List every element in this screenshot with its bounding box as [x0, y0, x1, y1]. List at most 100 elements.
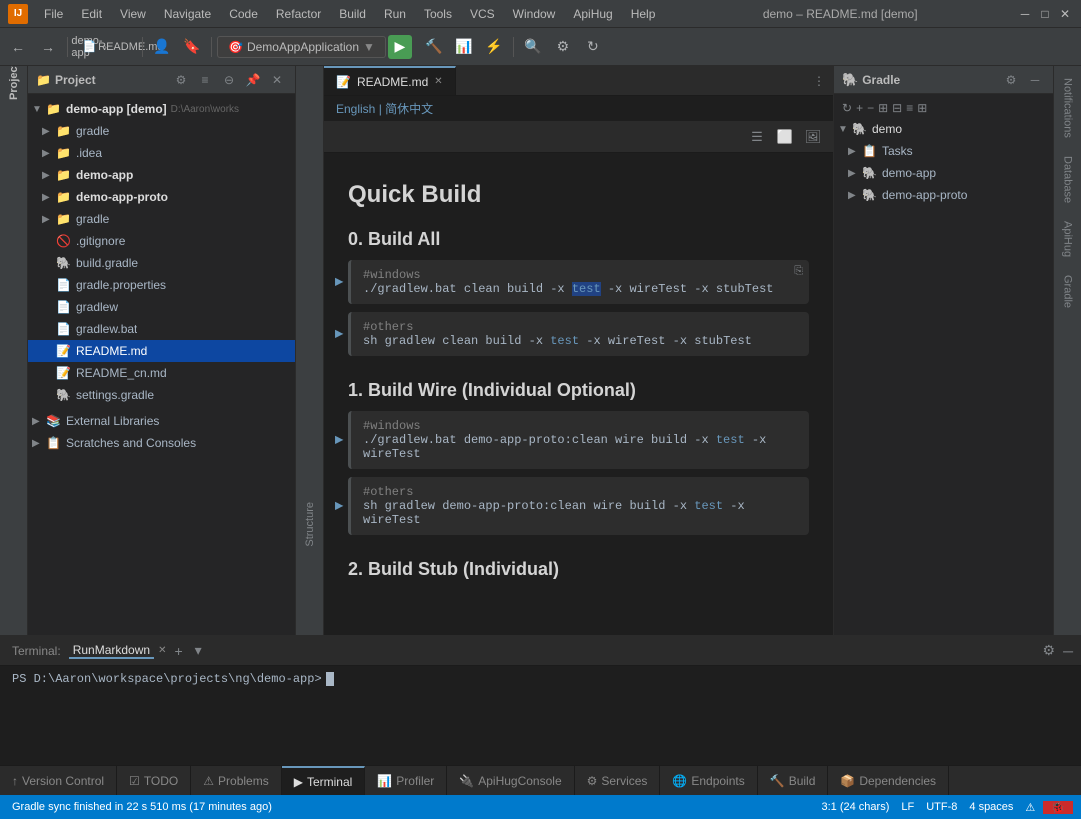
editor-image-btn[interactable]: 🖼	[801, 125, 825, 149]
tab-dependencies[interactable]: 📦 Dependencies	[828, 766, 949, 795]
status-encoding[interactable]: UTF-8	[922, 801, 961, 814]
expand-btn-0-0[interactable]: ▶	[335, 274, 343, 291]
editor-list-btn[interactable]: ☰	[745, 125, 769, 149]
gradle-settings-icon[interactable]: ≡	[906, 101, 913, 115]
tree-demo-app-proto[interactable]: ▶ 📁 demo-app-proto	[28, 186, 295, 208]
menu-window[interactable]: Window	[505, 5, 564, 23]
project-expand-btn[interactable]: ≡	[195, 70, 215, 90]
menu-file[interactable]: File	[36, 5, 71, 23]
editor-tab-readme[interactable]: 📝 README.md ✕	[324, 66, 456, 95]
build-button[interactable]: 🔨	[420, 33, 448, 61]
apihug-tab[interactable]: ApiHug	[1058, 213, 1078, 265]
tree-gradle[interactable]: ▶ 📁 gradle	[28, 120, 295, 142]
gradle-demo-app-proto[interactable]: ▶ 🐘 demo-app-proto	[834, 184, 1053, 206]
gradle-root[interactable]: ▼ 🐘 demo	[834, 118, 1053, 140]
english-link[interactable]: English	[336, 102, 375, 116]
menu-code[interactable]: Code	[221, 5, 266, 23]
search-button[interactable]: 🔍	[519, 33, 547, 61]
tree-readme-cn[interactable]: ▶ 📝 README_cn.md	[28, 362, 295, 384]
run-config-selector[interactable]: 🎯 DemoAppApplication ▼	[217, 36, 386, 58]
gradle-settings-btn[interactable]: ⚙	[1001, 70, 1021, 90]
tab-terminal[interactable]: ▶ Terminal	[282, 766, 366, 795]
sidebar-project-tab[interactable]: Project	[3, 70, 25, 92]
vcs-button[interactable]: 👤	[148, 33, 176, 61]
terminal-add-tab[interactable]: +	[170, 643, 186, 659]
coverage-button[interactable]: 📊	[450, 33, 478, 61]
project-settings-btn[interactable]: ⚙	[171, 70, 191, 90]
expand-btn-1-1[interactable]: ▶	[335, 498, 343, 515]
terminal-dropdown[interactable]: ▾	[191, 642, 206, 659]
tree-gradle-properties[interactable]: ▶ 📄 gradle.properties	[28, 274, 295, 296]
status-position[interactable]: 3:1 (24 chars)	[818, 801, 894, 814]
tree-build-gradle[interactable]: ▶ 🐘 build.gradle	[28, 252, 295, 274]
gradle-minus-btn[interactable]: −	[867, 101, 874, 115]
editor-split-btn[interactable]: ⬜	[773, 125, 797, 149]
tree-root[interactable]: ▼ 📁 demo-app [demo] D:\Aaron\works	[28, 98, 295, 120]
tree-gradlew[interactable]: ▶ 📄 gradlew	[28, 296, 295, 318]
menu-help[interactable]: Help	[623, 5, 664, 23]
tab-build[interactable]: 🔨 Build	[758, 766, 829, 795]
forward-button[interactable]: →	[34, 33, 62, 61]
tree-scratches[interactable]: ▶ 📋 Scratches and Consoles	[28, 432, 295, 454]
gradle-minimize-btn[interactable]: ─	[1025, 70, 1045, 90]
expand-btn-0-1[interactable]: ▶	[335, 326, 343, 343]
minimize-button[interactable]: ─	[1017, 6, 1033, 22]
tree-gradlew-bat[interactable]: ▶ 📄 gradlew.bat	[28, 318, 295, 340]
menu-refactor[interactable]: Refactor	[268, 5, 329, 23]
gradle-tab[interactable]: Gradle	[1058, 267, 1078, 316]
close-button[interactable]: ✕	[1057, 6, 1073, 22]
update-button[interactable]: ↻	[579, 33, 607, 61]
status-warning-icon[interactable]: ⚠	[1021, 801, 1039, 814]
status-error[interactable]: 🐞	[1043, 801, 1073, 814]
run-button[interactable]: ▶	[388, 35, 412, 59]
tab-version-control[interactable]: ↑ Version Control	[0, 766, 117, 795]
tab-profiler[interactable]: 📊 Profiler	[365, 766, 447, 795]
project-collapse-btn[interactable]: ⊖	[219, 70, 239, 90]
profile-button[interactable]: ⚡	[480, 33, 508, 61]
tab-problems[interactable]: ⚠ Problems	[191, 766, 281, 795]
bookmark-button[interactable]: 🔖	[178, 33, 206, 61]
project-close-btn[interactable]: ✕	[267, 70, 287, 90]
database-tab[interactable]: Database	[1058, 148, 1078, 211]
menu-tools[interactable]: Tools	[416, 5, 460, 23]
status-line-ending[interactable]: LF	[897, 801, 918, 814]
gradle-collapse-btn[interactable]: ⊟	[892, 101, 902, 115]
tree-gitignore[interactable]: ▶ 🚫 .gitignore	[28, 230, 295, 252]
tree-external-libraries[interactable]: ▶ 📚 External Libraries	[28, 410, 295, 432]
menu-edit[interactable]: Edit	[73, 5, 110, 23]
terminal-minimize[interactable]: ─	[1063, 643, 1073, 659]
tab-todo[interactable]: ☑ TODO	[117, 766, 191, 795]
menu-view[interactable]: View	[112, 5, 154, 23]
tree-readme-md[interactable]: ▶ 📝 README.md	[28, 340, 295, 362]
maximize-button[interactable]: □	[1037, 6, 1053, 22]
copy-icon-0-0[interactable]: ⎘	[794, 266, 803, 278]
menu-apihug[interactable]: ApiHug	[565, 5, 620, 23]
editor-tab-more[interactable]: ⋮	[805, 66, 833, 95]
settings-button[interactable]: ⚙	[549, 33, 577, 61]
breadcrumb-file[interactable]: 📄 README.md	[109, 33, 137, 61]
tab-endpoints[interactable]: 🌐 Endpoints	[660, 766, 757, 795]
tab-apihug-console[interactable]: 🔌 ApiHugConsole	[447, 766, 574, 795]
editor-tab-close[interactable]: ✕	[434, 76, 442, 87]
menu-vcs[interactable]: VCS	[462, 5, 503, 23]
project-pin-btn[interactable]: 📌	[243, 70, 263, 90]
notifications-tab[interactable]: Notifications	[1058, 70, 1078, 146]
chinese-link[interactable]: 简休中文	[385, 102, 433, 116]
menu-build[interactable]: Build	[331, 5, 374, 23]
status-indent[interactable]: 4 spaces	[965, 801, 1017, 814]
structure-label[interactable]: Structure	[300, 494, 320, 555]
gradle-refresh-btn[interactable]: ↻	[842, 101, 852, 115]
window-controls[interactable]: ─ □ ✕	[1017, 6, 1073, 22]
tree-idea[interactable]: ▶ 📁 .idea	[28, 142, 295, 164]
menu-bar[interactable]: File Edit View Navigate Code Refactor Bu…	[36, 5, 663, 23]
tab-services[interactable]: ⚙ Services	[575, 766, 661, 795]
expand-btn-1-0[interactable]: ▶	[335, 432, 343, 449]
gradle-tasks[interactable]: ▶ 📋 Tasks	[834, 140, 1053, 162]
tree-settings-gradle[interactable]: ▶ 🐘 settings.gradle	[28, 384, 295, 406]
menu-navigate[interactable]: Navigate	[156, 5, 219, 23]
menu-run[interactable]: Run	[376, 5, 414, 23]
gradle-grid-btn[interactable]: ⊞	[917, 101, 927, 115]
terminal-settings[interactable]: ⚙	[1043, 642, 1056, 659]
gradle-expand-all-btn[interactable]: ⊞	[878, 101, 888, 115]
terminal-tab-close[interactable]: ✕	[158, 645, 166, 656]
